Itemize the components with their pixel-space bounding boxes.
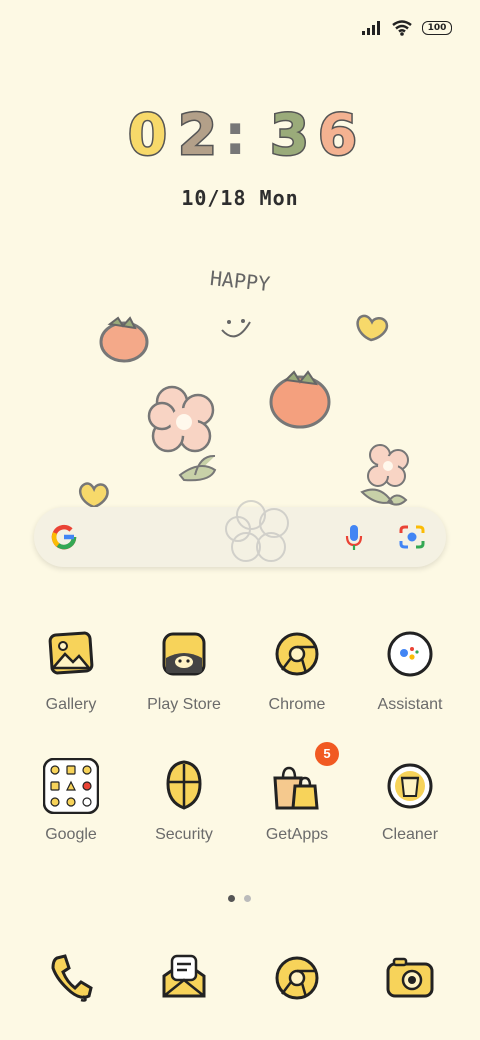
google-search-bar[interactable] <box>34 500 446 567</box>
app-label: Chrome <box>268 696 326 713</box>
app-chrome[interactable]: Chrome <box>247 628 347 714</box>
app-label: Assistant <box>377 696 443 713</box>
clock-hour-ones: 2 <box>177 103 219 168</box>
dock-browser[interactable] <box>269 950 325 1006</box>
app-assistant[interactable]: Assistant <box>360 628 460 714</box>
persimmon-icon <box>99 316 149 363</box>
getapps-icon <box>269 758 325 814</box>
gallery-icon <box>43 628 99 684</box>
wallpaper-flower-outline <box>225 500 289 562</box>
messages-icon <box>162 954 206 998</box>
heart-icon <box>78 482 109 509</box>
dock-phone[interactable] <box>43 950 99 1006</box>
browser-icon <box>275 956 319 1000</box>
date-label[interactable]: 10/18 Mon <box>0 186 480 210</box>
app-play-store[interactable]: Play Store <box>134 628 234 714</box>
app-label: Gallery <box>45 696 97 713</box>
chrome-icon <box>269 628 325 684</box>
dock-messages[interactable] <box>156 950 212 1006</box>
clock-separator: : <box>224 103 247 168</box>
app-getapps[interactable]: GetApps <box>247 758 347 844</box>
flower-icon <box>147 385 215 453</box>
assistant-icon <box>382 628 438 684</box>
wifi-icon <box>392 20 412 36</box>
page-indicator-dot[interactable] <box>244 895 251 902</box>
app-label: Security <box>155 826 213 843</box>
clock-minute-ones: 6 <box>317 103 359 168</box>
smiley-face-icon <box>221 319 251 338</box>
app-google-folder[interactable]: Google <box>21 757 121 844</box>
wallpaper-happy-text: HAPPY <box>209 266 271 296</box>
mic-icon[interactable] <box>344 523 364 551</box>
play-store-icon <box>156 628 212 684</box>
clock-minute-tens: 3 <box>269 103 311 168</box>
status-bar: 100 <box>362 14 452 42</box>
app-gallery[interactable]: Gallery <box>21 628 121 714</box>
cellular-signal-icon <box>362 21 380 35</box>
google-folder-icon <box>42 757 100 815</box>
leaf-icon <box>178 454 217 482</box>
cleaner-icon <box>382 758 438 814</box>
app-label: GetApps <box>265 826 329 843</box>
battery-indicator: 100 <box>422 21 452 35</box>
dock-camera[interactable] <box>382 950 438 1006</box>
notification-badge: 5 <box>315 742 339 766</box>
persimmon-icon <box>269 370 331 429</box>
security-icon <box>156 758 212 814</box>
app-security[interactable]: Security <box>134 758 234 844</box>
app-cleaner[interactable]: Cleaner <box>360 758 460 844</box>
lens-camera-icon[interactable] <box>398 524 426 550</box>
app-label: Play Store <box>147 696 221 713</box>
app-label: Cleaner <box>381 826 439 843</box>
phone-icon <box>51 954 93 1002</box>
clock-widget[interactable]: 0 2 : 3 6 <box>0 103 480 172</box>
flower-icon <box>367 444 409 487</box>
leaf-icon <box>360 488 408 506</box>
clock-hour-tens: 0 <box>127 103 169 168</box>
camera-icon <box>386 957 434 998</box>
google-g-icon[interactable] <box>50 523 78 551</box>
app-label: Google <box>45 826 97 843</box>
page-indicator-dot-active[interactable] <box>228 895 235 902</box>
heart-icon <box>356 314 389 342</box>
